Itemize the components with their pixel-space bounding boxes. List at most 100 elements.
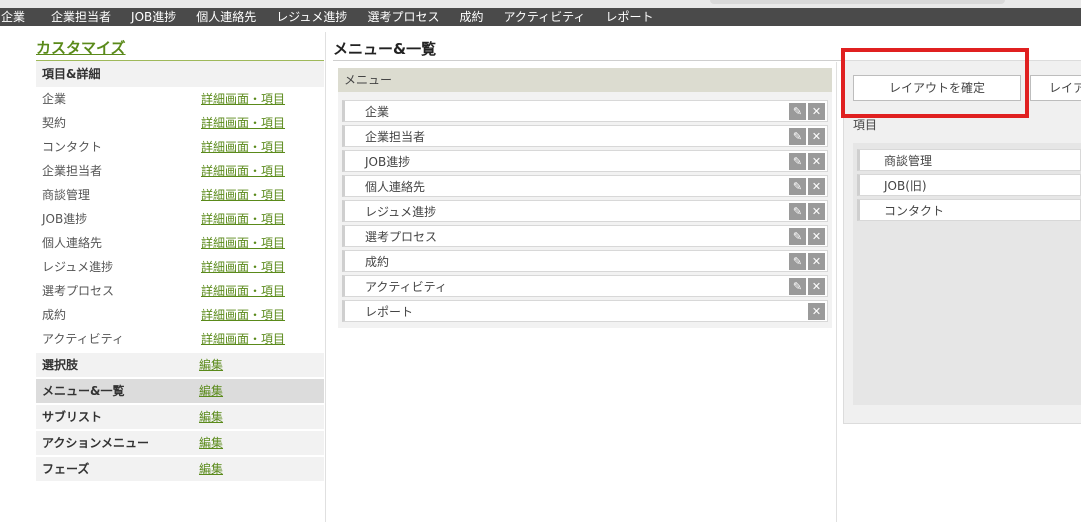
sidebar-row-label: 選考プロセス xyxy=(42,284,115,298)
sidebar-item-label: 選択肢 xyxy=(42,358,79,372)
edit-icon[interactable]: ✎ xyxy=(789,178,806,195)
delete-icon[interactable]: ✕ xyxy=(808,103,825,120)
nav-item-personal-contact[interactable]: 個人連絡先 xyxy=(186,8,266,26)
edit-link[interactable]: 編集 xyxy=(199,431,223,455)
sidebar-item-options: 選択肢 編集 xyxy=(36,353,324,377)
edit-link[interactable]: 編集 xyxy=(199,405,223,429)
sidebar-item-label: サブリスト xyxy=(42,410,103,424)
sidebar-title[interactable]: カスタマイズ xyxy=(36,36,324,61)
menu-item-label: 選考プロセス xyxy=(365,230,438,244)
sidebar-row: 契約 詳細画面・項目 xyxy=(36,111,324,135)
edit-icon[interactable]: ✎ xyxy=(789,153,806,170)
sidebar-item-sublist: サブリスト 編集 xyxy=(36,405,324,429)
menu-item[interactable]: レポート ✕ xyxy=(342,300,828,322)
top-nav-items: 企業 企業担当者 JOB進捗 個人連絡先 レジュメ進捗 選考プロセス 成約 アク… xyxy=(0,8,663,26)
sidebar-row: コンタクト 詳細画面・項目 xyxy=(36,135,324,159)
sidebar-row-label: コンタクト xyxy=(42,140,103,154)
detail-link[interactable]: 詳細画面・項目 xyxy=(201,135,285,159)
sidebar-row-label: 契約 xyxy=(42,116,67,130)
detail-link[interactable]: 詳細画面・項目 xyxy=(201,231,285,255)
menu-item[interactable]: 個人連絡先 ✎ ✕ xyxy=(342,175,828,197)
sidebar-row-label: 商談管理 xyxy=(42,188,91,202)
menu-item[interactable]: レジュメ進捗 ✎ ✕ xyxy=(342,200,828,222)
menu-item[interactable]: アクティビティ ✎ ✕ xyxy=(342,275,828,297)
sidebar-row-label: JOB進捗 xyxy=(42,212,88,226)
detail-link[interactable]: 詳細画面・項目 xyxy=(201,255,285,279)
nav-item-resume-progress[interactable]: レジュメ進捗 xyxy=(266,8,357,26)
sidebar-row-label: アクティビティ xyxy=(42,332,124,346)
menu-item[interactable]: JOB進捗 ✎ ✕ xyxy=(342,150,828,172)
nav-item-company[interactable]: 企業 xyxy=(0,8,41,26)
menu-item-label: レジュメ進捗 xyxy=(365,205,437,219)
sidebar-row: 個人連絡先 詳細画面・項目 xyxy=(36,231,324,255)
edit-icon[interactable]: ✎ xyxy=(789,228,806,245)
menu-panel-header: メニュー xyxy=(338,68,832,92)
sidebar-row: 成約 詳細画面・項目 xyxy=(36,303,324,327)
edit-link[interactable]: 編集 xyxy=(199,353,223,377)
menu-item-label: 個人連絡先 xyxy=(365,180,426,194)
edit-link[interactable]: 編集 xyxy=(199,457,223,481)
menu-item[interactable]: 企業担当者 ✎ ✕ xyxy=(342,125,828,147)
edit-icon[interactable]: ✎ xyxy=(789,103,806,120)
nav-item-selection-process[interactable]: 選考プロセス xyxy=(357,8,449,26)
nav-item-report[interactable]: レポート xyxy=(595,8,663,26)
edit-icon[interactable]: ✎ xyxy=(789,253,806,270)
sidebar-row-label: 企業 xyxy=(42,92,67,106)
menu-item-label: 成約 xyxy=(365,255,390,269)
delete-icon[interactable]: ✕ xyxy=(808,253,825,270)
delete-icon[interactable]: ✕ xyxy=(808,278,825,295)
detail-link[interactable]: 詳細画面・項目 xyxy=(201,183,285,207)
top-navigation: 企業 企業担当者 JOB進捗 個人連絡先 レジュメ進捗 選考プロセス 成約 アク… xyxy=(0,0,1081,26)
menu-item[interactable]: 選考プロセス ✎ ✕ xyxy=(342,225,828,247)
menu-item-label: アクティビティ xyxy=(365,280,447,294)
sidebar-row: JOB進捗 詳細画面・項目 xyxy=(36,207,324,231)
sidebar-item-label: フェーズ xyxy=(42,462,90,476)
menu-item[interactable]: 成約 ✎ ✕ xyxy=(342,250,828,272)
sidebar-row: アクティビティ 詳細画面・項目 xyxy=(36,327,324,351)
detail-link[interactable]: 詳細画面・項目 xyxy=(201,327,285,351)
sidebar-row-label: レジュメ進捗 xyxy=(42,260,114,274)
nav-item-job-progress[interactable]: JOB進捗 xyxy=(121,8,186,26)
edit-icon[interactable]: ✎ xyxy=(789,203,806,220)
delete-icon[interactable]: ✕ xyxy=(808,228,825,245)
menu-item-label: JOB進捗 xyxy=(365,155,411,169)
delete-icon[interactable]: ✕ xyxy=(808,178,825,195)
delete-icon[interactable]: ✕ xyxy=(808,128,825,145)
sidebar-item-phase: フェーズ 編集 xyxy=(36,457,324,481)
sidebar-row: 企業担当者 詳細画面・項目 xyxy=(36,159,324,183)
nav-item-activity[interactable]: アクティビティ xyxy=(493,8,595,26)
delete-icon[interactable]: ✕ xyxy=(808,303,825,320)
page-title: メニュー&一覧 xyxy=(333,40,437,58)
layout-button-2[interactable]: レイア xyxy=(1030,75,1081,101)
sidebar-row-label: 企業担当者 xyxy=(42,164,103,178)
edit-link[interactable]: 編集 xyxy=(199,379,223,403)
delete-icon[interactable]: ✕ xyxy=(808,203,825,220)
sidebar-row: レジュメ進捗 詳細画面・項目 xyxy=(36,255,324,279)
list-item[interactable]: 商談管理 xyxy=(857,149,1081,171)
menu-item-label: 企業 xyxy=(365,105,390,119)
items-label: 項目 xyxy=(853,118,878,132)
list-item[interactable]: コンタクト xyxy=(857,199,1081,221)
menu-list: 企業 ✎ ✕ 企業担当者 ✎ ✕ JOB進捗 ✎ ✕ 個人連絡先 ✎ ✕ レジュメ進捗 ✎ ✕ 選考… xyxy=(342,100,828,325)
detail-link[interactable]: 詳細画面・項目 xyxy=(201,207,285,231)
delete-icon[interactable]: ✕ xyxy=(808,153,825,170)
sidebar-divider xyxy=(325,32,326,522)
detail-link[interactable]: 詳細画面・項目 xyxy=(201,303,285,327)
edit-icon[interactable]: ✎ xyxy=(789,278,806,295)
nav-item-contract[interactable]: 成約 xyxy=(449,8,493,26)
menu-item-label: 企業担当者 xyxy=(365,130,426,144)
sidebar-section-header: 項目&詳細 xyxy=(36,61,324,87)
sidebar-row: 商談管理 詳細画面・項目 xyxy=(36,183,324,207)
browser-strip xyxy=(0,0,1081,8)
detail-link[interactable]: 詳細画面・項目 xyxy=(201,159,285,183)
sidebar-row-label: 個人連絡先 xyxy=(42,236,103,250)
nav-item-company-contact[interactable]: 企業担当者 xyxy=(41,8,121,26)
menu-item[interactable]: 企業 ✎ ✕ xyxy=(342,100,828,122)
detail-link[interactable]: 詳細画面・項目 xyxy=(201,111,285,135)
sidebar-item-label: アクションメニュー xyxy=(42,436,150,450)
items-list: 商談管理 JOB(旧) コンタクト xyxy=(857,149,1081,224)
detail-link[interactable]: 詳細画面・項目 xyxy=(201,279,285,303)
edit-icon[interactable]: ✎ xyxy=(789,128,806,145)
detail-link[interactable]: 詳細画面・項目 xyxy=(201,87,285,111)
list-item[interactable]: JOB(旧) xyxy=(857,174,1081,196)
